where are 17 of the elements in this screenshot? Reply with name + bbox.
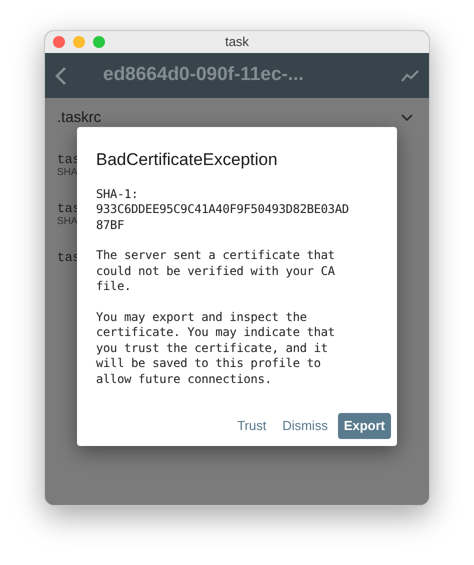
section-label[interactable]: .taskrc [57, 106, 102, 130]
dialog-title: BadCertificateException [96, 149, 278, 171]
dialog-text: You may export and inspect the certificate. You may indicate that you trust the certificate, and it will be saved to this profile to allow future connections. [96, 310, 336, 387]
app-bar-title: ed8664d0-090f-11ec-... [103, 63, 304, 88]
item-subtitle: SHA [57, 216, 78, 228]
zoom-button[interactable] [93, 36, 105, 48]
dialog-button[interactable]: Dismiss [276, 413, 334, 438]
chart-line-icon[interactable] [401, 70, 419, 82]
dialog-text: The server sent a certificate that could not be verified with your CA file. [96, 248, 336, 294]
window-title: task [225, 33, 249, 52]
item-subtitle: SHA [57, 167, 78, 179]
dialog-button[interactable]: Trust [231, 413, 272, 438]
dialog-button[interactable]: Export [338, 413, 391, 438]
chevron-icon[interactable] [401, 114, 413, 122]
dialog-text: SHA-1: 933C6DDEE95C9C41A40F9F50493D82BE03AD 87BF [96, 186, 350, 233]
back-icon[interactable] [55, 66, 67, 84]
close-button[interactable] [53, 36, 65, 48]
